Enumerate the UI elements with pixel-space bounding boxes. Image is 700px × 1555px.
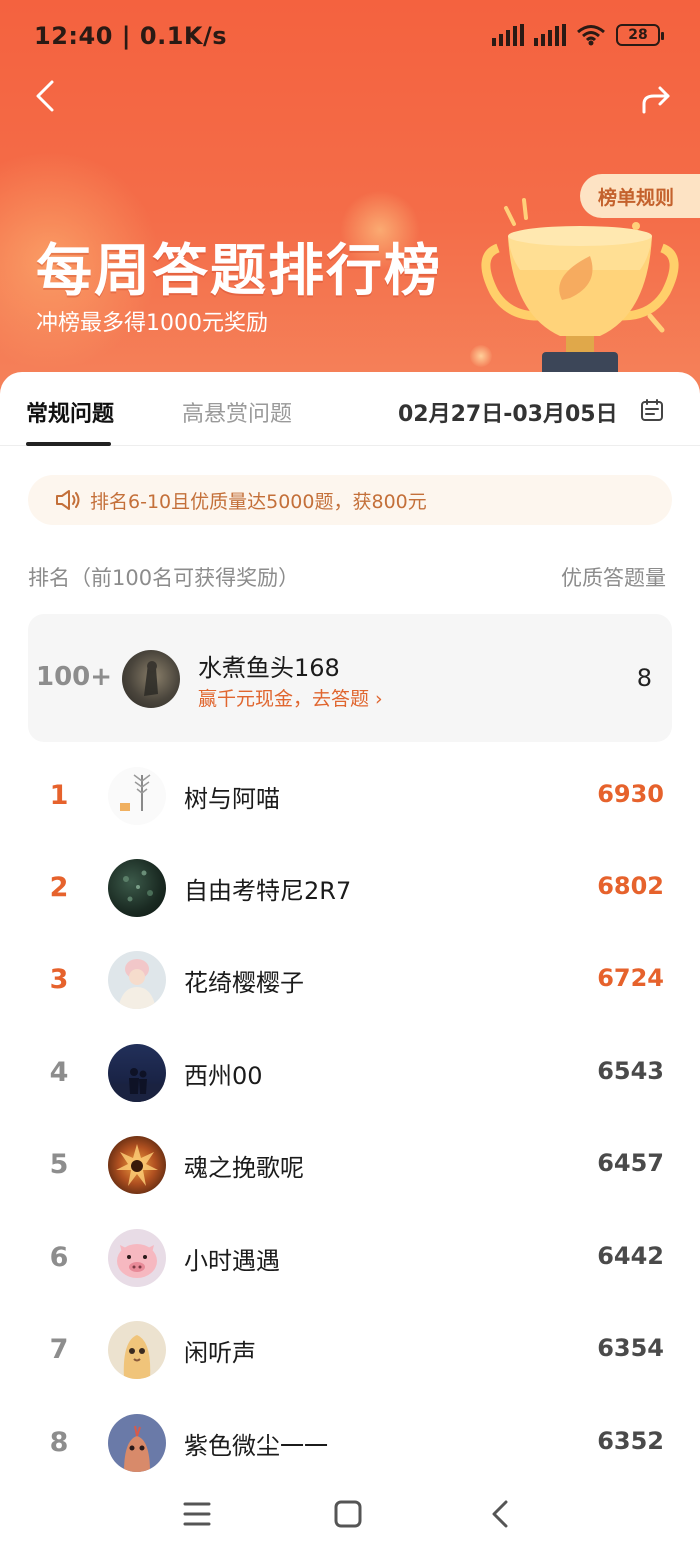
my-rank-card[interactable]: 100+ 水煮鱼头168 赢千元现金，去答题 › 8 [28, 614, 672, 742]
answer-now-link[interactable]: 赢千元现金，去答题 › [198, 684, 383, 711]
user-name: 紫色微尘一一 [184, 1432, 328, 1460]
my-avatar [122, 650, 180, 708]
rank-number: 7 [49, 1334, 69, 1365]
rank-number: 8 [49, 1427, 69, 1458]
score: 6724 [597, 964, 664, 992]
score: 6802 [597, 872, 664, 900]
score: 6352 [597, 1427, 664, 1455]
wifi-icon [577, 25, 605, 46]
tab-active-indicator [26, 442, 111, 446]
ranking-row[interactable]: 5 魂之挽歌呢 6457 [0, 1121, 700, 1213]
score: 6930 [597, 780, 664, 808]
ranking-row[interactable]: 6 小时遇遇 6442 [0, 1214, 700, 1306]
status-icons: 28 [492, 24, 664, 46]
speaker-icon [56, 490, 80, 510]
user-name: 闲听声 [184, 1339, 256, 1367]
chevron-left-icon[interactable] [28, 76, 68, 116]
avatar [108, 1229, 166, 1287]
signal-icon [534, 24, 566, 46]
date-range[interactable]: 02月27日-03月05日 [398, 396, 618, 428]
avatar [108, 1321, 166, 1379]
score: 6457 [597, 1149, 664, 1177]
tab-bar: 常规问题 高悬赏问题 02月27日-03月05日 [0, 372, 700, 446]
trophy-icon [481, 198, 679, 376]
avatar [108, 859, 166, 917]
ranking-row[interactable]: 4 西州00 6543 [0, 1029, 700, 1121]
back-triangle-icon[interactable] [480, 1494, 520, 1534]
user-name: 魂之挽歌呢 [184, 1154, 304, 1182]
ranking-row[interactable]: 2 自由考特尼2R7 6802 [0, 844, 700, 936]
menu-icon[interactable] [177, 1494, 217, 1534]
avatar [108, 1136, 166, 1194]
rank-number: 6 [49, 1242, 69, 1273]
user-name: 自由考特尼2R7 [184, 877, 352, 905]
rank-number: 5 [49, 1149, 69, 1180]
user-name: 西州00 [184, 1062, 263, 1090]
user-name: 花绮樱樱子 [184, 969, 304, 997]
ranking-row[interactable]: 3 花绮樱樱子 6724 [0, 936, 700, 1028]
score: 6442 [597, 1242, 664, 1270]
notice-banner: 排名6-10且优质量达5000题，获800元 [28, 475, 672, 525]
calendar-icon[interactable] [640, 398, 664, 422]
list-header-rank: 排名（前100名可获得奖励） [28, 566, 300, 590]
battery-icon: 28 [616, 24, 664, 46]
share-arrow-icon[interactable] [636, 80, 676, 120]
system-nav-bar [0, 1472, 700, 1555]
score: 6543 [597, 1057, 664, 1085]
user-name: 小时遇遇 [184, 1247, 280, 1275]
tab-regular-questions[interactable]: 常规问题 [26, 396, 114, 428]
avatar [108, 767, 166, 825]
status-time: 12:40 | 0.1K/s [34, 22, 228, 50]
my-count: 8 [636, 664, 652, 692]
ranking-row[interactable]: 7 闲听声 6354 [0, 1306, 700, 1398]
page-title: 每周答题排行榜 [36, 239, 442, 304]
my-rank: 100+ [36, 662, 113, 692]
avatar [108, 1414, 166, 1472]
my-name: 水煮鱼头168 [198, 654, 340, 682]
rank-number: 4 [49, 1057, 69, 1088]
tab-high-reward-questions[interactable]: 高悬赏问题 [182, 396, 292, 428]
list-header-count: 优质答题量 [561, 566, 666, 590]
score: 6354 [597, 1334, 664, 1362]
avatar [108, 951, 166, 1009]
rank-number: 3 [49, 964, 69, 995]
user-name: 树与阿喵 [184, 785, 280, 813]
signal-icon [492, 24, 524, 46]
rank-number: 2 [49, 872, 69, 903]
status-bar: 12:40 | 0.1K/s 28 [0, 0, 700, 72]
page-subtitle: 冲榜最多得1000元奖励 [36, 311, 268, 336]
rank-number: 1 [49, 780, 69, 811]
notice-text: 排名6-10且优质量达5000题，获800元 [90, 490, 427, 513]
avatar [108, 1044, 166, 1102]
ranking-row[interactable]: 1 树与阿喵 6930 [0, 752, 700, 844]
battery-level: 28 [628, 27, 648, 43]
home-square-icon[interactable] [328, 1494, 368, 1534]
